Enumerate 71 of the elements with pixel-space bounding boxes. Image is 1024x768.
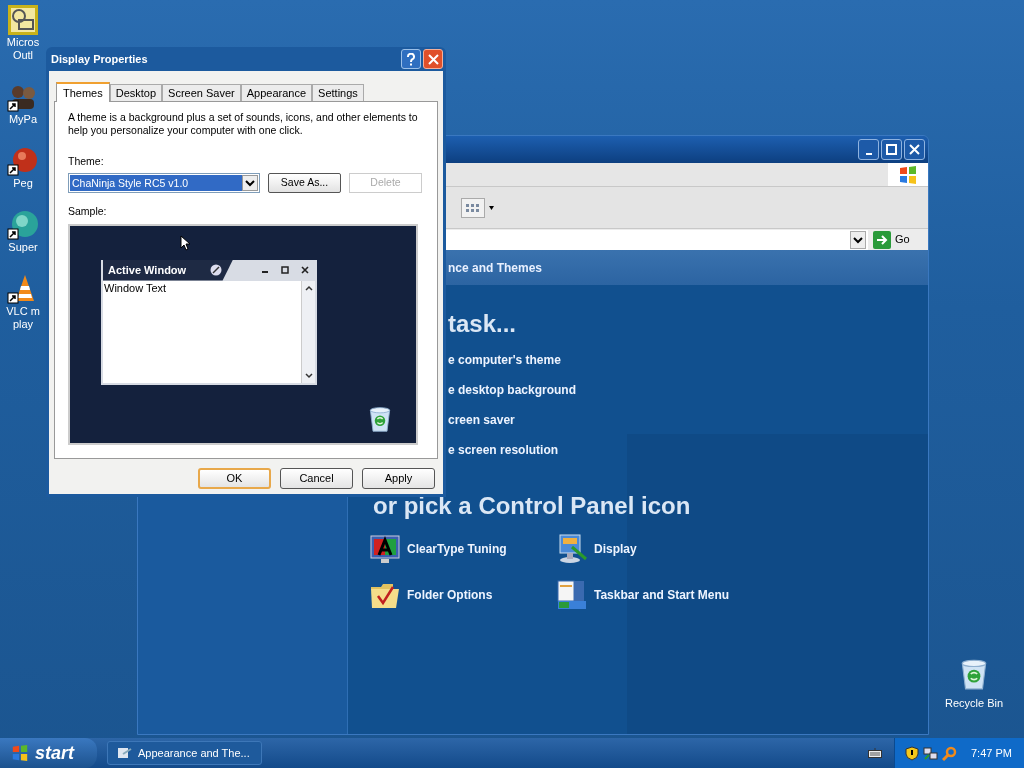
close-button[interactable] xyxy=(423,49,443,69)
go-button[interactable]: Go xyxy=(873,230,910,249)
letter-monitor-icon xyxy=(369,533,401,565)
help-icon xyxy=(406,52,416,66)
tab[interactable]: Themes xyxy=(56,82,110,102)
desktop-icon-label[interactable]: Peg xyxy=(13,177,33,190)
sample-window-title: Active Window xyxy=(108,262,187,278)
desktop-icon-label[interactable]: Super xyxy=(8,241,38,254)
theme-dropdown[interactable]: ChaNinja Style RC5 v1.0 xyxy=(68,172,260,193)
clock[interactable]: 7:47 PM xyxy=(971,744,1012,762)
maximize-icon[interactable] xyxy=(281,266,289,274)
window-title: Display Properties xyxy=(51,51,148,67)
monitor-icon xyxy=(556,533,588,565)
control-panel-link[interactable]: Taskbar and Start Menu xyxy=(556,579,776,611)
tab[interactable]: Appearance xyxy=(240,84,313,101)
task-link[interactable]: e computer's theme xyxy=(448,345,928,375)
section-heading: task... xyxy=(448,309,518,339)
globe-icon xyxy=(7,209,39,241)
grid-icon xyxy=(465,202,481,213)
dialog-button[interactable]: Apply xyxy=(362,468,435,489)
ball-icon xyxy=(7,145,39,177)
section-heading: or pick a Control Panel icon xyxy=(373,491,692,521)
maximize-button[interactable] xyxy=(881,139,902,160)
category-title: nce and Themes xyxy=(448,259,543,277)
task-link[interactable]: e screen resolution xyxy=(448,435,928,465)
desktop-icon-label[interactable]: VLC m xyxy=(6,305,40,318)
network-icon[interactable] xyxy=(923,745,938,761)
control-panel-link[interactable]: Display xyxy=(556,533,776,565)
start-button[interactable]: start xyxy=(0,738,97,768)
task-link[interactable]: creen saver xyxy=(448,405,928,435)
minimize-icon xyxy=(865,152,872,155)
close-icon xyxy=(427,53,439,65)
dropdown-button[interactable] xyxy=(242,174,258,191)
desktop-icon-label[interactable]: Recycle Bin xyxy=(944,695,1004,712)
close-button[interactable] xyxy=(904,139,925,160)
window-icon xyxy=(116,745,132,761)
windows-flag-icon xyxy=(898,164,918,185)
start-menu-icon xyxy=(556,579,588,611)
windows-flag-icon xyxy=(10,744,30,762)
shield-icon[interactable] xyxy=(905,745,919,761)
dialog-button[interactable]: Cancel xyxy=(280,468,353,489)
tab[interactable]: Screen Saver xyxy=(162,84,241,101)
taskbar-button[interactable]: Appearance and The... xyxy=(107,741,262,765)
minimize-button[interactable] xyxy=(858,139,879,160)
scrollbar[interactable] xyxy=(301,280,315,383)
caret-icon[interactable] xyxy=(489,205,494,210)
help-button[interactable] xyxy=(401,49,421,69)
dialog-button[interactable]: OK xyxy=(198,468,271,489)
desktop-icon-label[interactable]: MyPa xyxy=(8,113,38,126)
desktop-icon-label[interactable]: Micros xyxy=(6,36,40,49)
dropdown-button[interactable] xyxy=(850,230,866,249)
mouse-pointer-icon xyxy=(180,234,190,251)
desktop-icon-label[interactable]: Outl xyxy=(12,49,34,62)
calendar-clock-icon xyxy=(7,4,39,36)
theme-value: ChaNinja Style RC5 v1.0 xyxy=(70,174,242,191)
description-text: A theme is a background plus a set of sounds, icons, and other elements to help you personalize your computer with one click. xyxy=(68,111,419,137)
control-panel-link[interactable]: Folder Options xyxy=(369,579,556,611)
tab[interactable]: Settings xyxy=(312,84,364,101)
dialog-button[interactable]: Save As... xyxy=(268,172,341,193)
field-label: Theme: xyxy=(68,154,105,169)
desktop-icon-label[interactable]: play xyxy=(12,318,34,331)
keyboard-icon[interactable] xyxy=(868,748,882,758)
field-label: Sample: xyxy=(68,203,108,219)
maximize-icon xyxy=(886,144,897,155)
close-icon[interactable] xyxy=(301,266,309,274)
sample-text: Window Text xyxy=(103,280,168,296)
task-link[interactable]: e desktop background xyxy=(448,375,928,405)
disc-icon xyxy=(210,264,222,276)
control-panel-link[interactable]: ClearType Tuning xyxy=(369,533,556,565)
tab[interactable]: Desktop xyxy=(109,84,163,101)
close-icon xyxy=(909,144,920,155)
